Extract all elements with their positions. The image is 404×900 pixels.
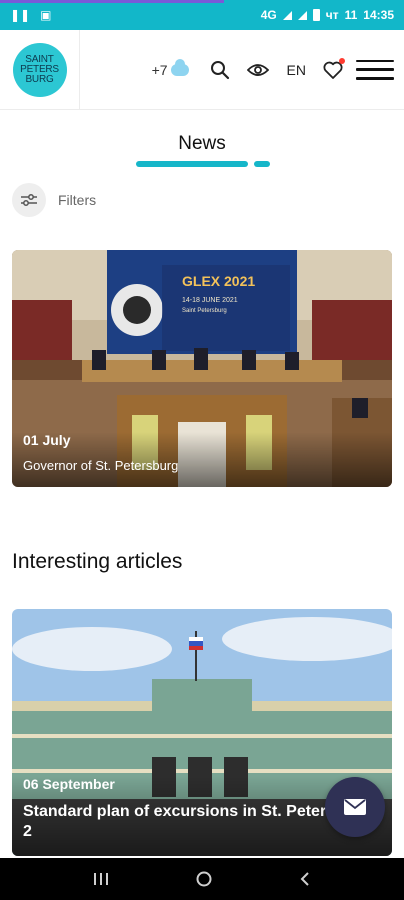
news-card[interactable]: GLEX 2021 14-18 JUNE 2021 Saint Petersbu…	[12, 250, 392, 487]
accessibility-button[interactable]	[243, 55, 273, 85]
pause-icon: ❚❚	[10, 8, 31, 22]
logo-container[interactable]: SAINT PETERS BURG	[0, 29, 80, 110]
signal-icon-2	[297, 10, 307, 20]
battery-icon	[312, 9, 320, 21]
news-card-overlay: 01 July Governor of St. Petersburg	[12, 432, 392, 487]
filters-button[interactable]	[12, 183, 46, 217]
article-card-caption-line-2: 2	[23, 823, 32, 840]
status-bar: ❚❚ ▣ 4G чт 11 14:35	[0, 0, 404, 30]
cloud-icon	[170, 58, 189, 76]
language-switch[interactable]: EN	[287, 62, 306, 78]
home-icon[interactable]	[195, 870, 213, 888]
filters-label: Filters	[58, 192, 97, 208]
sliders-icon	[21, 194, 37, 206]
back-icon[interactable]	[299, 871, 311, 887]
logo-line-3: BURG	[25, 73, 54, 85]
loading-progress	[0, 0, 224, 3]
tab-indicator-active	[136, 161, 248, 167]
search-icon	[210, 60, 229, 79]
recents-icon[interactable]	[93, 872, 109, 886]
tab-indicator	[136, 161, 270, 167]
poster-title: GLEX 2021	[182, 273, 255, 289]
menu-icon-line	[356, 59, 394, 62]
contact-mail-button[interactable]	[325, 777, 385, 837]
status-day: чт	[325, 8, 339, 22]
logo[interactable]: SAINT PETERS BURG	[12, 42, 67, 97]
logo-line-1: SAINT	[25, 53, 54, 65]
poster-dates: 14-18 JUNE 2021	[182, 297, 238, 304]
tab-indicator-dot	[254, 161, 270, 167]
menu-icon-line	[356, 77, 394, 80]
favorites-button[interactable]	[318, 55, 348, 85]
system-nav-bar	[0, 858, 404, 900]
article-card-date: 06 September	[23, 776, 115, 792]
status-time: 14:35	[363, 8, 394, 22]
mail-icon	[344, 799, 366, 815]
menu-icon-line	[356, 68, 394, 71]
weather-widget[interactable]: +7	[151, 58, 189, 78]
temperature: +7	[151, 61, 168, 78]
news-card-date: 01 July	[23, 432, 71, 448]
menu-button[interactable]	[356, 55, 394, 85]
logo-line-2: PETERS	[20, 63, 59, 75]
notification-dot	[339, 57, 345, 64]
status-date: 11	[344, 8, 358, 22]
poster-city: Saint Petersburg	[182, 308, 227, 314]
network-label: 4G	[260, 8, 277, 22]
signal-icon	[282, 10, 292, 20]
section-title-articles: Interesting articles	[12, 550, 183, 573]
filters-control[interactable]: Filters	[12, 183, 96, 217]
news-card-caption: Governor of St. Petersburg	[23, 458, 179, 473]
gallery-icon: ▣	[40, 8, 52, 22]
search-button[interactable]	[205, 55, 235, 85]
section-title-news: News	[178, 133, 226, 154]
eye-icon	[246, 63, 269, 76]
app-header: SAINT PETERS BURG +7 EN	[0, 29, 404, 110]
